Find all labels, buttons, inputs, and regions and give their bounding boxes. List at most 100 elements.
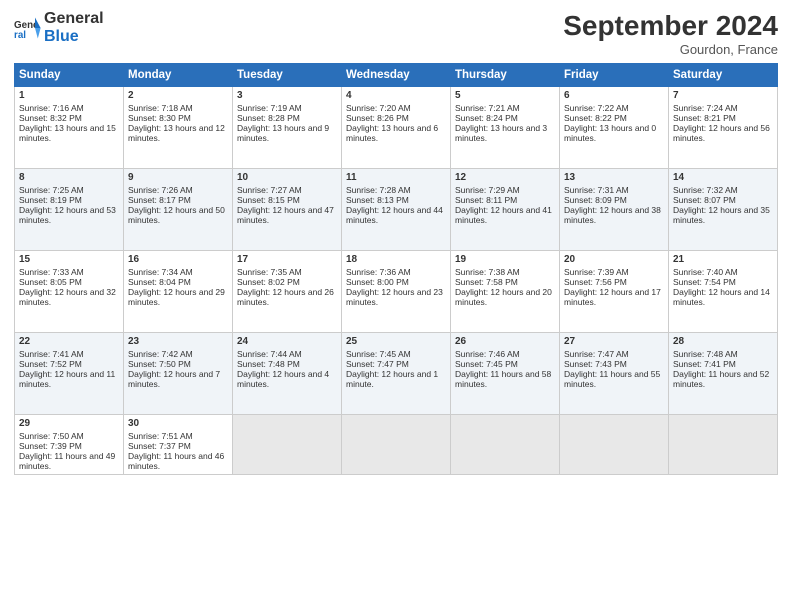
calendar-cell: 29Sunrise: 7:50 AMSunset: 7:39 PMDayligh… <box>15 415 124 475</box>
daylight-text: Daylight: 13 hours and 3 minutes. <box>455 123 555 143</box>
daylight-text: Daylight: 12 hours and 11 minutes. <box>19 369 119 389</box>
daylight-text: Daylight: 11 hours and 55 minutes. <box>564 369 664 389</box>
sunrise-text: Sunrise: 7:34 AM <box>128 267 228 277</box>
sunrise-text: Sunrise: 7:27 AM <box>237 185 337 195</box>
sunset-text: Sunset: 7:52 PM <box>19 359 119 369</box>
daylight-text: Daylight: 12 hours and 56 minutes. <box>673 123 773 143</box>
day-number: 13 <box>564 172 664 183</box>
day-number: 15 <box>19 254 119 265</box>
calendar-cell: 18Sunrise: 7:36 AMSunset: 8:00 PMDayligh… <box>342 251 451 333</box>
sunrise-text: Sunrise: 7:38 AM <box>455 267 555 277</box>
calendar-cell: 16Sunrise: 7:34 AMSunset: 8:04 PMDayligh… <box>124 251 233 333</box>
daylight-text: Daylight: 12 hours and 1 minute. <box>346 369 446 389</box>
calendar-cell: 24 Sunrise: 7:44 AMSunset: 7:48 PMDayligh… <box>233 333 342 415</box>
sunrise-text: Sunrise: 7:26 AM <box>128 185 228 195</box>
daylight-text: Daylight: 13 hours and 15 minutes. <box>19 123 119 143</box>
day-number: 29 <box>19 418 119 429</box>
daylight-text: Daylight: 12 hours and 29 minutes. <box>128 287 228 307</box>
sunrise-text: Sunrise: 7:47 AM <box>564 349 664 359</box>
calendar-cell: 15Sunrise: 7:33 AMSunset: 8:05 PMDayligh… <box>15 251 124 333</box>
sunrise-text: Sunrise: 7:24 AM <box>673 103 773 113</box>
daylight-text: Daylight: 11 hours and 52 minutes. <box>673 369 773 389</box>
sunset-text: Sunset: 7:50 PM <box>128 359 228 369</box>
sunrise-text: Sunrise: 7:35 AM <box>237 267 337 277</box>
day-number: 12 <box>455 172 555 183</box>
sunrise-text: Sunrise: 7:18 AM <box>128 103 228 113</box>
sunset-text: Sunset: 7:41 PM <box>673 359 773 369</box>
calendar-cell: 30Sunrise: 7:51 AMSunset: 7:37 PMDayligh… <box>124 415 233 475</box>
daylight-text: Daylight: 12 hours and 50 minutes. <box>128 205 228 225</box>
calendar-cell: 13Sunrise: 7:31 AMSunset: 8:09 PMDayligh… <box>560 169 669 251</box>
day-number: 1 <box>19 90 119 101</box>
day-number: 25 <box>346 336 446 347</box>
col-saturday: Saturday <box>669 64 778 87</box>
calendar-cell: 10Sunrise: 7:27 AMSunset: 8:15 PMDayligh… <box>233 169 342 251</box>
sunset-text: Sunset: 7:37 PM <box>128 441 228 451</box>
col-sunday: Sunday <box>15 64 124 87</box>
daylight-text: Daylight: 12 hours and 23 minutes. <box>346 287 446 307</box>
sunset-text: Sunset: 8:04 PM <box>128 277 228 287</box>
calendar-cell: 12Sunrise: 7:29 AMSunset: 8:11 PMDayligh… <box>451 169 560 251</box>
calendar-cell <box>669 415 778 475</box>
calendar-table: Sunday Monday Tuesday Wednesday Thursday… <box>14 63 778 475</box>
calendar-cell <box>560 415 669 475</box>
day-number: 9 <box>128 172 228 183</box>
day-number: 10 <box>237 172 337 183</box>
page: Gene ral General Blue September 2024 Gou… <box>0 0 792 612</box>
sunset-text: Sunset: 8:17 PM <box>128 195 228 205</box>
daylight-text: Daylight: 12 hours and 7 minutes. <box>128 369 228 389</box>
day-number: 19 <box>455 254 555 265</box>
sunrise-text: Sunrise: 7:44 AM <box>237 349 337 359</box>
sunset-text: Sunset: 7:43 PM <box>564 359 664 369</box>
sunrise-text: Sunrise: 7:50 AM <box>19 431 119 441</box>
sunset-text: Sunset: 7:48 PM <box>237 359 337 369</box>
day-number: 30 <box>128 418 228 429</box>
calendar-cell: 25Sunrise: 7:45 AMSunset: 7:47 PMDayligh… <box>342 333 451 415</box>
sunrise-text: Sunrise: 7:29 AM <box>455 185 555 195</box>
calendar-cell: 3Sunrise: 7:19 AMSunset: 8:28 PMDaylight… <box>233 87 342 169</box>
col-monday: Monday <box>124 64 233 87</box>
sunset-text: Sunset: 7:47 PM <box>346 359 446 369</box>
calendar-cell: 26Sunrise: 7:46 AMSunset: 7:45 PMDayligh… <box>451 333 560 415</box>
sunset-text: Sunset: 8:21 PM <box>673 113 773 123</box>
sunrise-text: Sunrise: 7:39 AM <box>564 267 664 277</box>
daylight-text: Daylight: 12 hours and 47 minutes. <box>237 205 337 225</box>
daylight-text: Daylight: 13 hours and 12 minutes. <box>128 123 228 143</box>
calendar-cell: 27 Sunrise: 7:47 AMSunset: 7:43 PMDayligh… <box>560 333 669 415</box>
sunset-text: Sunset: 8:30 PM <box>128 113 228 123</box>
sunset-text: Sunset: 8:28 PM <box>237 113 337 123</box>
sunrise-text: Sunrise: 7:16 AM <box>19 103 119 113</box>
sunset-text: Sunset: 8:26 PM <box>346 113 446 123</box>
day-number: 3 <box>237 90 337 101</box>
day-number: 11 <box>346 172 446 183</box>
calendar-cell: 6Sunrise: 7:22 AMSunset: 8:22 PMDaylight… <box>560 87 669 169</box>
location: Gourdon, France <box>563 42 778 57</box>
daylight-text: Daylight: 12 hours and 4 minutes. <box>237 369 337 389</box>
day-number: 24 <box>237 336 337 347</box>
daylight-text: Daylight: 12 hours and 41 minutes. <box>455 205 555 225</box>
calendar-cell: 28Sunrise: 7:48 AMSunset: 7:41 PMDayligh… <box>669 333 778 415</box>
calendar-cell: 2Sunrise: 7:18 AMSunset: 8:30 PMDaylight… <box>124 87 233 169</box>
day-number: 27 <box>564 336 664 347</box>
daylight-text: Daylight: 12 hours and 20 minutes. <box>455 287 555 307</box>
day-number: 28 <box>673 336 773 347</box>
calendar-cell: 7Sunrise: 7:24 AMSunset: 8:21 PMDaylight… <box>669 87 778 169</box>
logo-icon: Gene ral <box>14 14 42 42</box>
title-area: September 2024 Gourdon, France <box>563 10 778 57</box>
sunset-text: Sunset: 8:13 PM <box>346 195 446 205</box>
sunrise-text: Sunrise: 7:41 AM <box>19 349 119 359</box>
sunset-text: Sunset: 8:05 PM <box>19 277 119 287</box>
day-number: 21 <box>673 254 773 265</box>
sunset-text: Sunset: 8:24 PM <box>455 113 555 123</box>
daylight-text: Daylight: 13 hours and 6 minutes. <box>346 123 446 143</box>
month-title: September 2024 <box>563 10 778 42</box>
daylight-text: Daylight: 12 hours and 44 minutes. <box>346 205 446 225</box>
daylight-text: Daylight: 12 hours and 53 minutes. <box>19 205 119 225</box>
sunrise-text: Sunrise: 7:40 AM <box>673 267 773 277</box>
daylight-text: Daylight: 13 hours and 9 minutes. <box>237 123 337 143</box>
day-number: 17 <box>237 254 337 265</box>
col-friday: Friday <box>560 64 669 87</box>
calendar-cell: 5Sunrise: 7:21 AMSunset: 8:24 PMDaylight… <box>451 87 560 169</box>
sunset-text: Sunset: 8:00 PM <box>346 277 446 287</box>
day-number: 26 <box>455 336 555 347</box>
